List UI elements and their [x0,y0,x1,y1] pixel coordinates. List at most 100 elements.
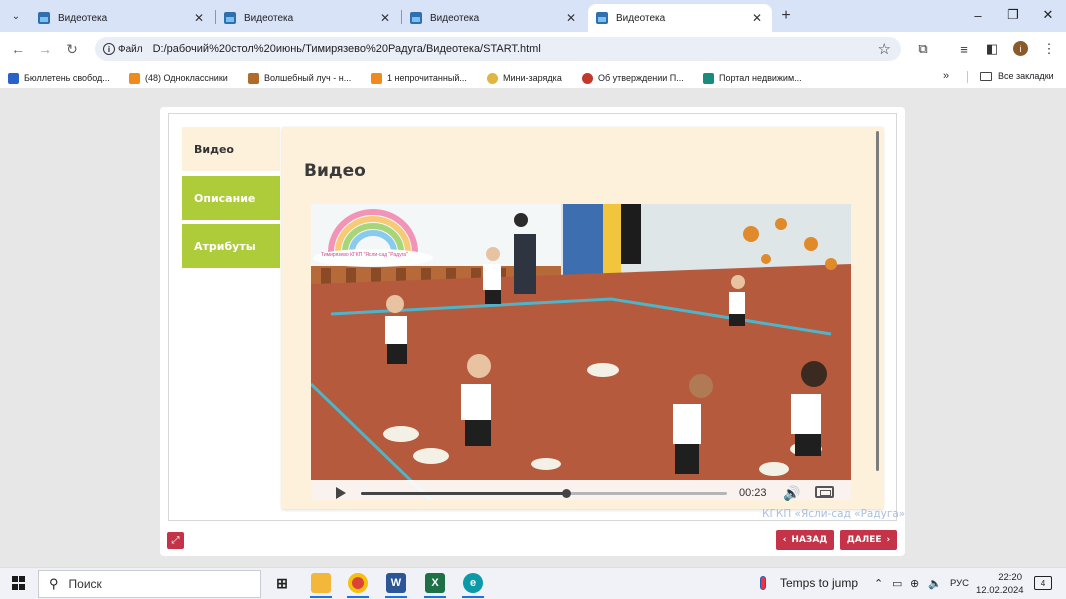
excel-icon[interactable]: X [425,573,445,593]
tab-close-icon[interactable]: ✕ [750,11,764,25]
bookmark-star-icon[interactable]: ☆ [878,40,891,58]
play-icon[interactable] [336,487,346,499]
weather-widget[interactable]: Temps to jump [760,576,858,590]
all-bookmarks-button[interactable]: Все закладки [980,71,1054,81]
speaker-icon[interactable]: 🔈 [928,577,942,590]
weather-text: Temps to jump [780,576,859,590]
notifications-icon[interactable]: 4 [1034,576,1052,590]
bookmark-item[interactable]: Об утверждении П... [582,71,684,85]
tab-title: Видеотека [430,12,480,24]
fullscreen-icon[interactable] [815,486,834,498]
bookmark-favicon-icon [248,72,259,84]
back-button-label: НАЗАД [791,535,828,545]
bookmark-label: Волшебный луч - н... [264,73,352,83]
bookmark-favicon-icon [703,72,714,84]
clock-date: 12.02.2024 [976,585,1024,596]
bookmarks-overflow-icon[interactable]: » [943,70,949,82]
side-panel-icon[interactable]: ◧ [983,40,1001,58]
bookmark-item[interactable]: Волшебный луч - н... [248,71,351,85]
org-name: КГКП «Ясли-сад «Радуга» [762,508,906,520]
bookmark-item[interactable]: Бюллетень свобод... [8,71,110,85]
video-player[interactable]: Тимирязево КГКП "Ясли-сад "Радуга" [311,204,851,500]
tab-close-icon[interactable]: ✕ [192,11,206,25]
volume-icon[interactable]: 🔊 [783,485,800,502]
word-icon[interactable]: W [386,573,406,593]
file-explorer-icon[interactable] [311,573,331,593]
bookmark-item[interactable]: Портал недвижим... [703,71,802,85]
bookmark-favicon-icon [371,72,382,84]
taskbar-search[interactable]: ⚲ Поиск [38,570,261,598]
media-control-icon[interactable]: ≡ [955,40,973,58]
nav-tab-description[interactable]: Описание [182,176,280,220]
app-running-indicator [424,596,446,598]
bookmark-label: Бюллетень свобод... [24,73,110,83]
page-favicon-icon [38,12,50,24]
bookmark-item[interactable]: 1 непрочитанный... [371,71,467,85]
address-bar[interactable]: i Файл D:/рабочий%20стол%20июнь/Тимирязе… [95,37,901,61]
language-indicator[interactable]: РУС [950,578,969,589]
nav-tab-video[interactable]: Видео [182,127,280,171]
restore-button[interactable]: ❐ [998,4,1028,26]
expand-icon[interactable]: ⤢ [167,532,184,549]
menu-kebab-icon[interactable]: ⋮ [1040,40,1058,58]
next-button[interactable]: ДАЛЕЕ › [840,530,897,550]
app-running-indicator [310,596,332,598]
system-clock[interactable]: 22:20 12.02.2024 [976,571,1024,597]
tab-search-button[interactable]: ⌄ [6,6,26,26]
nav-tab-attributes[interactable]: Атрибуты [182,224,280,268]
app-running-indicator [347,596,369,598]
page-favicon-icon [596,12,608,24]
bookmark-favicon-icon [129,72,140,84]
app-running-indicator [462,596,484,598]
back-arrow-icon[interactable]: ← [8,39,28,59]
taskbar-search-placeholder: Поиск [68,577,102,591]
chrome-icon[interactable] [348,573,368,593]
bookmark-label: (48) Одноклассники [145,73,228,83]
tab-title: Видеотека [244,12,294,24]
task-view-icon[interactable]: ⊞ [272,573,292,593]
bookmark-favicon-icon [8,72,19,84]
info-icon[interactable]: i [103,43,115,55]
search-icon: ⚲ [49,576,59,591]
scheme-label: Файл [118,43,143,55]
browser-tab[interactable]: Видеотека ✕ [402,4,586,32]
tab-title: Видеотека [616,12,666,24]
browser-tab[interactable]: Видеотека ✕ [216,4,400,32]
minimize-button[interactable]: – [963,4,993,26]
forward-arrow-icon[interactable]: → [35,39,55,59]
bookmark-label: 1 непрочитанный... [387,73,467,83]
close-window-button[interactable]: ✕ [1033,4,1063,26]
search-icon [582,72,593,84]
folder-icon [980,71,992,81]
new-tab-button[interactable]: + [776,6,796,26]
tab-close-icon[interactable]: ✕ [378,11,392,25]
bookmark-label: Портал недвижим... [719,73,802,83]
profile-avatar[interactable]: i [1013,41,1028,56]
extensions-icon[interactable]: ⧉ [914,40,932,58]
content-title: Видео [304,161,366,181]
content-scrollbar[interactable] [876,131,879,471]
bookmark-favicon-icon [487,72,498,84]
browser-tab[interactable]: Видеотека ✕ [30,4,214,32]
all-bookmarks-label: Все закладки [998,71,1054,81]
video-frame-image [311,204,851,500]
url-text[interactable]: D:/рабочий%20стол%20июнь/Тимирязево%20Ра… [153,43,541,55]
browser-tab-active[interactable]: Видеотека ✕ [588,4,772,32]
edge-icon[interactable]: e [463,573,483,593]
bookmark-item[interactable]: (48) Одноклассники [129,71,228,85]
video-seek-progress [361,492,566,495]
battery-icon[interactable]: ▭ [892,577,902,590]
windows-start-icon[interactable] [12,576,26,590]
back-button[interactable]: ‹ НАЗАД [776,530,834,550]
video-time: 00:23 [739,487,767,499]
video-seek-thumb[interactable] [562,489,571,498]
app-running-indicator [385,596,407,598]
bookmark-item[interactable]: Мини-зарядка [487,71,562,85]
next-button-label: ДАЛЕЕ [846,535,882,545]
tray-chevron-icon[interactable]: ⌃ [874,577,883,590]
network-icon[interactable]: ⊕ [910,577,919,590]
bookmark-label: Об утверждении П... [598,73,684,83]
tab-close-icon[interactable]: ✕ [564,11,578,25]
thermometer-icon [760,576,766,590]
reload-icon[interactable]: ↻ [62,39,82,59]
